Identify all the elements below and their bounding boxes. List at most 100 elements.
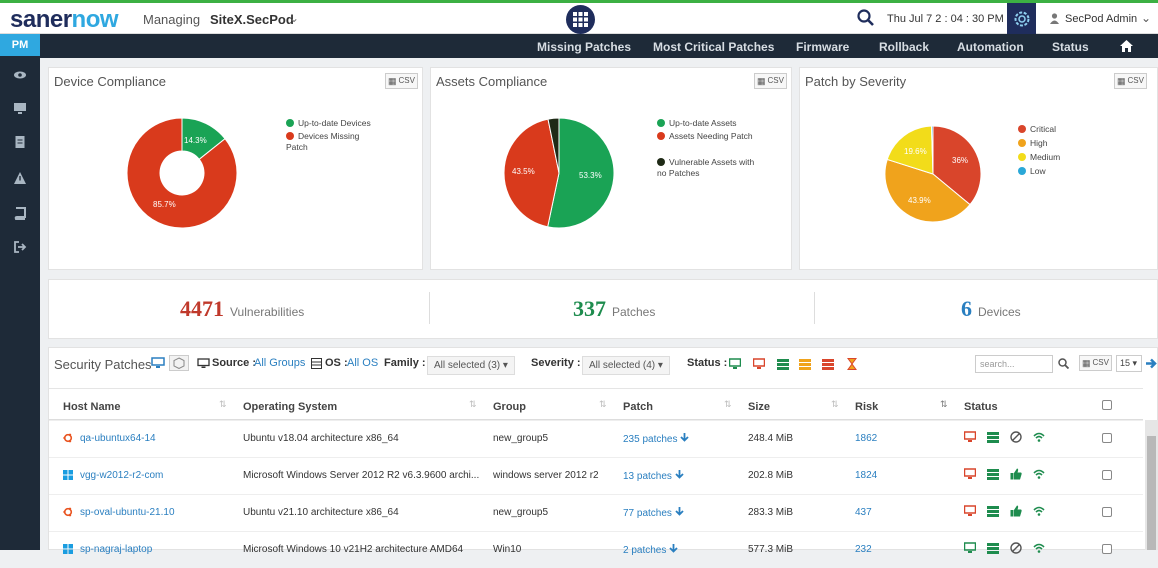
select-all-checkbox[interactable]	[1102, 400, 1112, 410]
chevron-down-icon[interactable]: ⌄	[289, 11, 299, 25]
patches-stat[interactable]: 337 Patches	[573, 296, 655, 322]
search-icon[interactable]	[857, 9, 875, 27]
warning-icon[interactable]	[13, 171, 27, 185]
download-arrow-icon[interactable]	[675, 507, 684, 516]
monitor-icon[interactable]	[13, 101, 27, 115]
arrow-right-icon[interactable]	[1146, 358, 1158, 369]
ban-icon[interactable]	[1010, 542, 1022, 554]
cube-view-icon[interactable]	[169, 355, 189, 371]
site-selector[interactable]: SiteX.SecPod	[210, 12, 294, 27]
host-name-link[interactable]: qa-ubuntux64-14	[80, 433, 230, 444]
user-menu[interactable]: SecPod Admin	[1065, 13, 1137, 25]
col-size[interactable]: Size	[748, 401, 770, 413]
download-arrow-icon[interactable]	[675, 470, 684, 479]
sort-icon[interactable]: ⇅	[831, 399, 839, 410]
thumbs-up-icon[interactable]	[1010, 468, 1022, 480]
col-host-name[interactable]: Host Name	[63, 401, 120, 413]
severity-dropdown[interactable]: All selected (4) ▾	[582, 356, 670, 375]
table-row[interactable]: sp-oval-ubuntu-21.10 Ubuntu v21.10 archit…	[49, 494, 1143, 531]
wifi-icon[interactable]	[1033, 431, 1045, 443]
sort-icon[interactable]: ⇅	[724, 399, 732, 410]
devices-stat[interactable]: 6 Devices	[961, 296, 1021, 322]
csv-export-button[interactable]: ▦ CSV	[1114, 73, 1147, 89]
table-row[interactable]: vgg-w2012-r2-com Microsoft Windows Server…	[49, 457, 1143, 494]
nav-rollback[interactable]: Rollback	[879, 40, 929, 54]
download-arrow-icon[interactable]	[680, 433, 689, 442]
wifi-icon[interactable]	[1033, 542, 1045, 554]
legend-item[interactable]: Up-to-date Assets	[657, 118, 757, 129]
thumbs-up-icon[interactable]	[1010, 505, 1022, 517]
sort-icon[interactable]: ⇅	[469, 399, 477, 410]
host-name-link[interactable]: vgg-w2012-r2-com	[80, 470, 230, 481]
search-icon[interactable]	[1058, 358, 1069, 369]
patch-link[interactable]: 235 patches	[623, 433, 689, 445]
legend-item[interactable]: Low	[1018, 166, 1046, 177]
page-size-select[interactable]: 15 ▾	[1116, 355, 1142, 372]
risk-link[interactable]: 1862	[855, 433, 877, 444]
legend-item[interactable]: Medium	[1018, 152, 1060, 163]
col-operating-system[interactable]: Operating System	[243, 401, 337, 413]
source-filter[interactable]: All Groups	[254, 357, 305, 369]
col-risk[interactable]: Risk	[855, 401, 878, 413]
legend-item[interactable]: Up-to-date Devices	[286, 118, 376, 129]
legend-item[interactable]: Devices Missing Patch	[286, 131, 376, 153]
sanernow-logo[interactable]: sanernow	[10, 7, 119, 33]
apps-grid-icon[interactable]	[566, 5, 595, 34]
status-green-server-icon[interactable]	[987, 468, 999, 480]
nav-status[interactable]: Status	[1052, 40, 1089, 54]
settings-gear-icon[interactable]	[1007, 3, 1036, 34]
csv-export-button[interactable]: ▦ CSV	[1079, 355, 1112, 371]
status-red-monitor-icon[interactable]	[964, 468, 976, 480]
status-red-monitor-icon[interactable]	[964, 505, 976, 517]
sort-icon[interactable]: ⇅	[219, 399, 227, 410]
col-patch[interactable]: Patch	[623, 401, 653, 413]
status-green-monitor-icon[interactable]	[729, 358, 741, 370]
family-dropdown[interactable]: All selected (3) ▾	[427, 356, 515, 375]
legend-item[interactable]: Vulnerable Assets with no Patches	[657, 157, 757, 179]
legend-item[interactable]: Assets Needing Patch	[657, 131, 757, 142]
status-green-server-icon[interactable]	[987, 431, 999, 443]
status-orange-server-icon[interactable]	[799, 358, 811, 370]
status-hourglass-icon[interactable]	[846, 358, 858, 370]
patch-link[interactable]: 2 patches	[623, 544, 678, 556]
status-green-server-icon[interactable]	[777, 358, 789, 370]
status-green-server-icon[interactable]	[987, 505, 999, 517]
legend-item[interactable]: Critical	[1018, 124, 1056, 135]
row-checkbox[interactable]	[1102, 433, 1112, 443]
sidebar-item-pm[interactable]: PM	[0, 34, 40, 56]
book-icon[interactable]	[13, 206, 27, 220]
sort-icon[interactable]: ⇅	[599, 399, 607, 410]
vulnerabilities-stat[interactable]: 4471 Vulnerabilities	[180, 296, 304, 322]
table-row[interactable]: qa-ubuntux64-14 Ubuntu v18.04 architectur…	[49, 420, 1143, 457]
eye-icon[interactable]	[13, 68, 27, 82]
status-green-monitor-icon[interactable]	[964, 542, 976, 554]
vertical-scrollbar[interactable]	[1145, 420, 1158, 550]
row-checkbox[interactable]	[1102, 544, 1112, 554]
patch-link[interactable]: 13 patches	[623, 470, 684, 482]
risk-link[interactable]: 1824	[855, 470, 877, 481]
host-name-link[interactable]: sp-oval-ubuntu-21.10	[80, 507, 230, 518]
patch-link[interactable]: 77 patches	[623, 507, 684, 519]
ban-icon[interactable]	[1010, 431, 1022, 443]
row-checkbox[interactable]	[1102, 470, 1112, 480]
status-red-monitor-icon[interactable]	[753, 358, 765, 370]
search-input[interactable]: search...	[975, 355, 1053, 373]
home-icon[interactable]	[1120, 40, 1133, 52]
wifi-icon[interactable]	[1033, 505, 1045, 517]
sort-desc-icon[interactable]: ⇅	[940, 399, 948, 410]
col-group[interactable]: Group	[493, 401, 526, 413]
nav-most-critical-patches[interactable]: Most Critical Patches	[653, 40, 774, 54]
os-filter[interactable]: All OS	[347, 357, 378, 369]
scrollbar-thumb[interactable]	[1147, 436, 1156, 550]
status-red-server-icon[interactable]	[822, 358, 834, 370]
logout-icon[interactable]	[13, 240, 27, 254]
chevron-down-icon[interactable]: ⌄	[1141, 11, 1151, 25]
download-arrow-icon[interactable]	[669, 544, 678, 553]
csv-export-button[interactable]: ▦ CSV	[754, 73, 787, 89]
desktop-view-icon[interactable]	[151, 357, 165, 369]
legend-item[interactable]: High	[1018, 138, 1047, 149]
wifi-icon[interactable]	[1033, 468, 1045, 480]
nav-automation[interactable]: Automation	[957, 40, 1024, 54]
document-icon[interactable]	[13, 135, 27, 149]
row-checkbox[interactable]	[1102, 507, 1112, 517]
